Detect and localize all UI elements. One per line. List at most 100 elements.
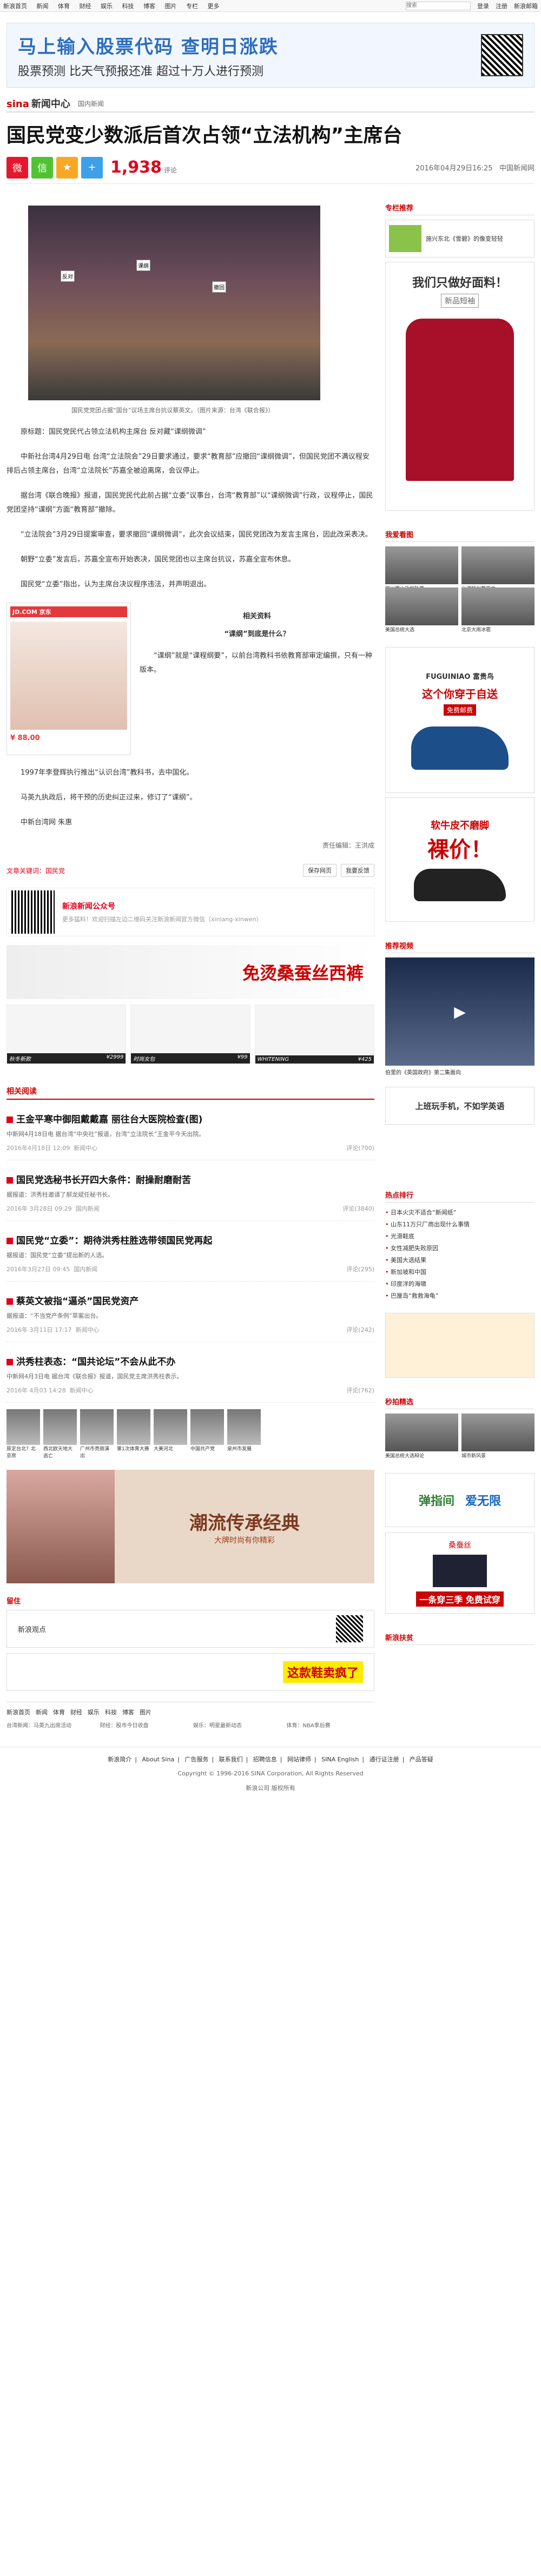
comment-count[interactable]: 1,938 评论	[110, 158, 177, 177]
polo-shirt-ad[interactable]: 我们只做好面料！ 新品短袖	[385, 262, 535, 511]
thumb-image[interactable]	[43, 1409, 77, 1445]
hot-item[interactable]: 巴厘岛“救救海龟”	[385, 1290, 535, 1302]
nav-finance[interactable]: 财经	[80, 3, 91, 10]
nav-sports[interactable]: 体育	[58, 3, 70, 10]
nav-column[interactable]: 专栏	[186, 3, 198, 10]
footer-col[interactable]: 台湾新闻：马英九出席活动	[6, 1722, 95, 1730]
news-title[interactable]: 国民党“立委”：期待洪秀柱胜选带领国民党再起	[6, 1233, 374, 1246]
save-page-button[interactable]: 保存网页	[303, 864, 337, 877]
product-image[interactable]	[10, 622, 127, 730]
footer-link[interactable]: 财经	[70, 1708, 82, 1716]
nav-news[interactable]: 新闻	[37, 3, 49, 10]
qzone-share-icon[interactable]: ★	[56, 156, 78, 179]
nav-blog[interactable]: 博客	[143, 3, 155, 10]
hot-item[interactable]: 新加坡和中国	[385, 1266, 535, 1278]
stock-banner-ad[interactable]: 马上输入股票代码 查明日涨跌 股票预测 比天气预报还准 超过十万人进行预测	[6, 23, 535, 88]
shoe-ad[interactable]: FUGUINIAO 富贵鸟 这个你穿于自送 免费邮费	[385, 647, 535, 793]
thumb-caption[interactable]: 第1次体育大赛	[117, 1445, 150, 1459]
hot-item[interactable]: 女性减肥失败原因	[385, 1243, 535, 1254]
footer-link[interactable]: SINA English	[321, 1756, 359, 1763]
login-link[interactable]: 登录	[477, 2, 489, 10]
footer-link[interactable]: 通行证注册	[370, 1756, 399, 1763]
news-title[interactable]: 王金平寒中御阻戴戴嘉 丽往台大医院检查(图)	[6, 1112, 374, 1125]
product-card[interactable]: 时尚女包 ¥99	[130, 1005, 250, 1064]
footer-link[interactable]: 新浪简介	[108, 1756, 131, 1763]
footer-link[interactable]: 网站律师	[287, 1756, 311, 1763]
gallery-photo[interactable]: 台湾疑似蔡英文	[461, 546, 535, 592]
suit-ad[interactable]: 桑蚕丝 一条穿三季 免费试穿	[385, 1533, 535, 1614]
nav-home[interactable]: 新浪首页	[3, 3, 27, 10]
thumb-image[interactable]	[227, 1409, 261, 1445]
news-comment-link[interactable]: 评论(242)	[346, 1325, 374, 1334]
nav-tech[interactable]: 科技	[122, 3, 134, 10]
nav-ent[interactable]: 娱乐	[101, 3, 113, 10]
search-input[interactable]	[406, 1, 471, 10]
footer-link[interactable]: 体育	[53, 1708, 65, 1716]
sina-view-ad[interactable]: 新浪观点	[6, 1610, 374, 1648]
news-comment-link[interactable]: 评论(700)	[346, 1144, 374, 1152]
footer-col[interactable]: 体育：NBA季后赛	[287, 1722, 375, 1730]
thumb-image[interactable]	[117, 1409, 150, 1445]
leather-shoe-ad[interactable]: 软牛皮不磨脚 裸价！	[385, 797, 535, 922]
game-ad[interactable]: 上班玩手机，不如学英语	[385, 1087, 535, 1125]
weibo-share-icon[interactable]: 微	[6, 156, 28, 179]
video-thumb[interactable]: ▶	[385, 957, 535, 1066]
footer-link[interactable]: 联系我们	[219, 1756, 243, 1763]
news-item[interactable]: 国民党“立委”：期待洪秀柱胜选带领国民党再起 据报道：国民党“立委”提出新的人选…	[6, 1233, 374, 1282]
footer-link[interactable]: 产品答疑	[410, 1756, 433, 1763]
footer-link[interactable]: 博客	[122, 1708, 134, 1716]
sidebar-promo-ad[interactable]	[385, 1313, 535, 1378]
thumb-image[interactable]	[154, 1409, 187, 1445]
thumb-caption[interactable]: 广州市亮丽演出	[80, 1445, 114, 1459]
footer-link[interactable]: 图片	[140, 1708, 151, 1716]
footer-link[interactable]: 娱乐	[88, 1708, 100, 1716]
spike-video[interactable]: 美国总统大选辩论	[385, 1414, 458, 1459]
article-photo[interactable]: 反对 课纲 撤回	[28, 206, 320, 400]
hot-item[interactable]: 光滑鞋底	[385, 1231, 535, 1243]
banner-ad-body[interactable]: 马上输入股票代码 查明日涨跌 股票预测 比天气预报还准 超过十万人进行预测	[6, 23, 535, 88]
news-item[interactable]: 洪秀柱表态：“国共论坛”不会从此不办 中新网4月3日电 据台湾《联合报》报道，国…	[6, 1354, 374, 1403]
more-share-icon[interactable]: +	[81, 156, 103, 179]
wechat-promo[interactable]: 新浪新闻公众号 更多猛料！欢迎扫描左边二维码关注新浪新闻官方微信（xinlang…	[6, 888, 374, 936]
wechat-share-icon[interactable]: 信	[31, 156, 53, 179]
thumb-caption[interactable]: 泉州市发展	[227, 1445, 261, 1459]
footer-link[interactable]: About Sina	[142, 1756, 174, 1763]
breadcrumb[interactable]: 国内新闻	[78, 99, 104, 108]
news-item[interactable]: 国民党选秘书长开四大条件：耐操耐磨耐苦 据报道：洪秀柱邀请了郝龙斌任秘书长。 2…	[6, 1172, 374, 1221]
fashion-ad[interactable]: 潮流传承经典 大牌时尚有你精彩	[6, 1470, 374, 1583]
footer-link[interactable]: 招聘信息	[253, 1756, 277, 1763]
sina-logo[interactable]: sina 新闻中心	[6, 96, 70, 110]
product-card[interactable]: 秋冬新款 ¥2999	[6, 1005, 127, 1064]
pants-image-ad[interactable]: 免烫桑蚕丝西裤	[6, 945, 374, 999]
nav-photo[interactable]: 图片	[165, 3, 177, 10]
hot-item[interactable]: 日本火灾不适合“新闻纸”	[385, 1207, 535, 1219]
jd-shop-ad[interactable]: JD.COM 京东 ¥ 88.00	[6, 603, 131, 755]
register-link[interactable]: 注册	[496, 2, 507, 10]
spike-video[interactable]: 城市新风景	[461, 1414, 535, 1459]
hot-item[interactable]: 山东11万只厂商出现什么事情	[385, 1219, 535, 1231]
news-comment-link[interactable]: 评论(762)	[346, 1386, 374, 1395]
footer-link[interactable]: 新闻	[36, 1708, 48, 1716]
footer-link[interactable]: 新浪首页	[6, 1708, 30, 1716]
thumb-caption[interactable]: 西北欧天地大逃亡	[43, 1445, 77, 1459]
news-title[interactable]: 蔡英文被指“逼杀”国民党资产	[6, 1293, 374, 1307]
thumb-caption[interactable]: 中国共产党	[190, 1445, 224, 1459]
nav-more[interactable]: 更多	[208, 3, 220, 10]
mail-link[interactable]: 新浪邮箱	[514, 2, 538, 10]
rec-item[interactable]: 施兴东北《雪碧》的像变轻轻	[385, 220, 535, 257]
news-comment-link[interactable]: 评论(295)	[346, 1265, 374, 1273]
footer-col[interactable]: 娱乐：明星最新动态	[193, 1722, 281, 1730]
gallery-photo[interactable]: 美国总统大选	[385, 587, 458, 633]
gallery-photo[interactable]: 北京大雨冰雹	[461, 587, 535, 633]
feedback-button[interactable]: 我要反馈	[341, 864, 374, 877]
thumb-image[interactable]	[80, 1409, 114, 1445]
hot-item[interactable]: 美国大选结果	[385, 1254, 535, 1266]
thumb-caption[interactable]: 原定台北？北京房	[6, 1445, 40, 1459]
news-title[interactable]: 洪秀柱表态：“国共论坛”不会从此不办	[6, 1354, 374, 1368]
news-item[interactable]: 王金平寒中御阻戴戴嘉 丽往台大医院检查(图) 中新网4月18日电 据台湾“中央社…	[6, 1112, 374, 1160]
thumb-image[interactable]	[190, 1409, 224, 1445]
footer-col[interactable]: 财经：股市今日收盘	[100, 1722, 188, 1730]
video-caption[interactable]: 伯里的《英国政府》第二集面向	[385, 1068, 535, 1076]
thumb-image[interactable]	[6, 1409, 40, 1445]
game-promo-ad[interactable]: 弹指间 爱无限	[385, 1473, 535, 1527]
